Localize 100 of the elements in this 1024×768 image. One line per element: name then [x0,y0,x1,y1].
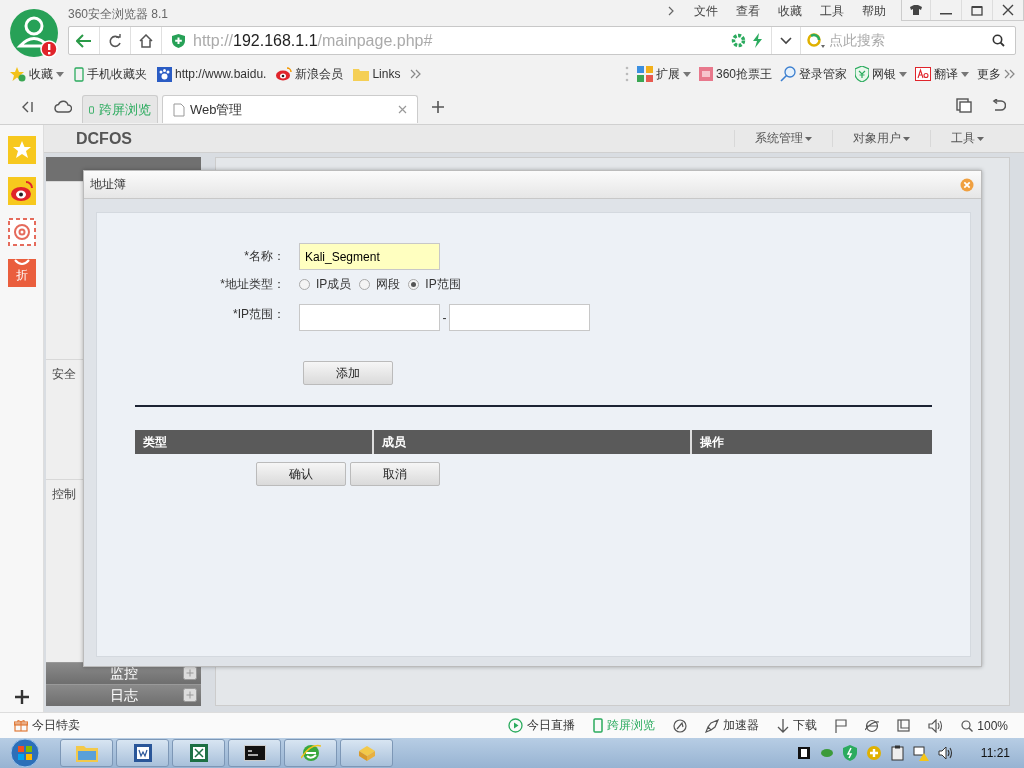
refresh-icon[interactable] [108,33,122,48]
url-text[interactable]: http://192.168.1.1/mainpage.php# [193,31,731,50]
status-link[interactable]: 今日直播 [508,717,576,734]
app-logo: DCFOS [76,129,132,148]
chevron-icon[interactable] [667,5,675,17]
name-field[interactable]: Kali_Segment [299,243,440,270]
caret-icon[interactable] [682,71,691,77]
window-list-icon[interactable] [956,98,972,113]
nav-group-header[interactable]: 日志 [46,684,201,706]
ticket-icon [698,67,713,81]
undo-icon[interactable] [992,99,1006,113]
new-tab-icon[interactable] [432,101,444,113]
gift-icon [14,719,28,732]
shirt-icon [910,5,922,15]
shield-icon [172,33,185,48]
status-link[interactable]: 加速器 [705,717,760,734]
shield-icon[interactable] [842,745,857,761]
dropdown-icon[interactable] [780,36,792,45]
at-sign-icon[interactable] [7,218,36,246]
radio-label[interactable]: IP范围 [425,275,461,293]
drag-handle-icon[interactable] [624,66,629,82]
menu-item[interactable]: 收藏 [769,2,811,20]
radio-label[interactable]: 网段 [376,275,401,293]
paw-icon [157,66,172,82]
document-icon [132,743,153,763]
extension-button[interactable]: 扩展 [636,65,691,83]
radio-button[interactable] [299,278,310,290]
extension-button[interactable]: 登录管家 [780,65,847,83]
browser-tab[interactable]: Web管理 [162,95,418,123]
window-icon[interactable] [897,719,911,732]
menu-item[interactable]: 查看 [727,2,769,20]
plus-icon[interactable] [183,688,197,702]
menu-item[interactable]: 文件 [685,2,727,20]
start-button[interactable] [8,738,42,768]
radio-button[interactable] [359,278,371,290]
flag-icon[interactable] [835,718,848,733]
taskbar-app-button[interactable] [116,739,169,767]
extension-button[interactable]: 网银 [855,65,907,83]
play-icon [508,718,524,733]
eye-icon[interactable] [7,177,36,205]
volume-icon[interactable] [928,718,944,733]
collapse-sidebar-icon[interactable] [22,101,34,113]
app-menu-item[interactable]: 系统管理 [734,130,832,147]
clock[interactable]: 11:21 [980,746,1010,760]
status-link[interactable]: 下载 [777,717,818,734]
cloud-icon[interactable] [54,100,72,113]
radio-label[interactable]: IP成员 [316,275,352,293]
range-separator: - [441,310,448,325]
add-icon[interactable] [14,690,29,704]
back-icon[interactable] [76,33,92,48]
folder-icon [353,67,370,81]
confirm-button[interactable]: 确认 [256,462,346,486]
page-icon [173,102,185,117]
bookmark-link[interactable]: 收藏 [10,65,64,83]
add-button[interactable]: 添加 [303,361,393,385]
column-header: 操作 [699,433,725,451]
app-menu-item[interactable]: 工具 [930,130,1004,147]
bookmark-link[interactable]: 手机收藏夹 [74,65,147,83]
field-label: *名称： [243,248,285,265]
cancel-button[interactable]: 取消 [350,462,440,486]
range-start-field[interactable] [299,304,440,331]
lightning-icon[interactable] [752,33,763,48]
app-menu-item[interactable]: 对象用户 [832,130,930,147]
taskbar-app-button[interactable] [228,739,281,767]
network-warning-icon[interactable] [912,745,929,761]
bookmark-link[interactable]: Links [353,67,401,81]
extension-button[interactable]: 360抢票王 [698,65,772,83]
caret-icon[interactable] [899,71,907,77]
bookmark-link[interactable]: http://www.baidu. [157,66,267,82]
taskbar-app-button[interactable] [172,739,225,767]
extension-button[interactable]: 翻译 [915,65,969,83]
star-icon [10,66,26,82]
swirl-icon[interactable] [673,718,688,733]
status-link[interactable]: 今日特卖 [14,717,80,734]
user-avatar-icon[interactable] [10,9,60,59]
home-icon[interactable] [139,33,153,48]
bookmark-link[interactable]: 新浪会员 [276,65,344,83]
caret-icon[interactable] [961,71,969,77]
menu-item[interactable]: 工具 [811,2,853,20]
range-end-field[interactable] [449,304,590,331]
more-chevrons-icon[interactable] [410,69,423,79]
clipboard-icon[interactable] [890,745,904,761]
spinner-icon[interactable] [731,33,746,48]
extension-button[interactable]: 更多 [977,65,1016,83]
zoom-control[interactable]: 100% [961,718,1008,733]
more-chevrons-icon[interactable] [1004,69,1016,79]
phone-icon [74,66,84,82]
close-tab-icon[interactable] [398,105,407,114]
address-bar[interactable]: http://192.168.1.1/mainpage.php# 点此搜索 [68,26,1016,55]
nav-section-label: 安全 [52,367,76,381]
minimize-icon [940,13,952,15]
menu-item[interactable]: 帮助 [853,2,895,20]
radio-button[interactable] [408,278,420,290]
film-icon[interactable] [796,746,811,760]
search-icon[interactable] [992,34,1005,47]
field-label: *IP范围： [232,306,285,323]
volume-icon[interactable] [937,746,954,760]
globe-icon [300,743,321,763]
caret-icon[interactable] [56,71,64,77]
column-header: 成员 [374,430,692,454]
